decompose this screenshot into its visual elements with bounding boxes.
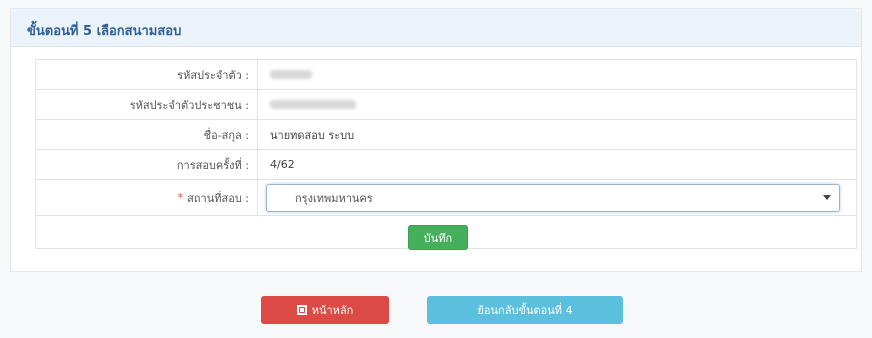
form-row-national-id: รหัสประจำตัวประชาชน : [36,90,856,120]
form-row-name: ชื่อ-สกุล : นายทดสอบ ระบบ [36,120,856,150]
back-to-step-4-button[interactable]: ย้อนกลับขั้นตอนที่ 4 [427,296,623,324]
step-panel: ขั้นตอนที่ 5 เลือกสนามสอบ รหัสประจำตัว :… [10,8,862,272]
name-value: นายทดสอบ ระบบ [270,128,355,142]
form-row-student-id: รหัสประจำตัว : [36,60,856,90]
exam-form: รหัสประจำตัว : รหัสประจำตัวประชาชน : ชื่… [35,59,857,250]
exam-location-label-text: สถานที่สอบ : [187,191,249,205]
student-id-redacted [270,70,312,79]
form-row-actions: บันทึก [36,216,856,250]
student-id-value [258,60,856,89]
exam-location-cell: กรุงเทพมหานคร [258,180,856,215]
national-id-label: รหัสประจำตัวประชาชน : [36,90,258,119]
exam-location-select[interactable]: กรุงเทพมหานคร [266,184,840,212]
home-icon [296,305,307,315]
back-button-label: ย้อนกลับขั้นตอนที่ 4 [477,304,573,317]
panel-heading: ขั้นตอนที่ 5 เลือกสนามสอบ [11,9,861,47]
save-button[interactable]: บันทึก [408,225,468,250]
name-label: ชื่อ-สกุล : [36,120,258,149]
home-button[interactable]: หน้าหลัก [261,296,389,324]
form-row-exam-location: * สถานที่สอบ : กรุงเทพมหานคร [36,180,856,216]
national-id-value [258,90,856,119]
exam-round-value: 4/62 [270,158,295,171]
required-mark: * [177,191,184,204]
national-id-redacted [270,100,356,109]
exam-location-label: * สถานที่สอบ : [36,180,258,215]
caret-down-icon [823,195,831,200]
form-row-exam-round: การสอบครั้งที่ : 4/62 [36,150,856,180]
student-id-label: รหัสประจำตัว : [36,60,258,89]
home-button-label: หน้าหลัก [311,304,354,317]
exam-round-label: การสอบครั้งที่ : [36,150,258,179]
exam-location-selected: กรุงเทพมหานคร [295,192,373,205]
panel-title: ขั้นตอนที่ 5 เลือกสนามสอบ [27,24,182,39]
